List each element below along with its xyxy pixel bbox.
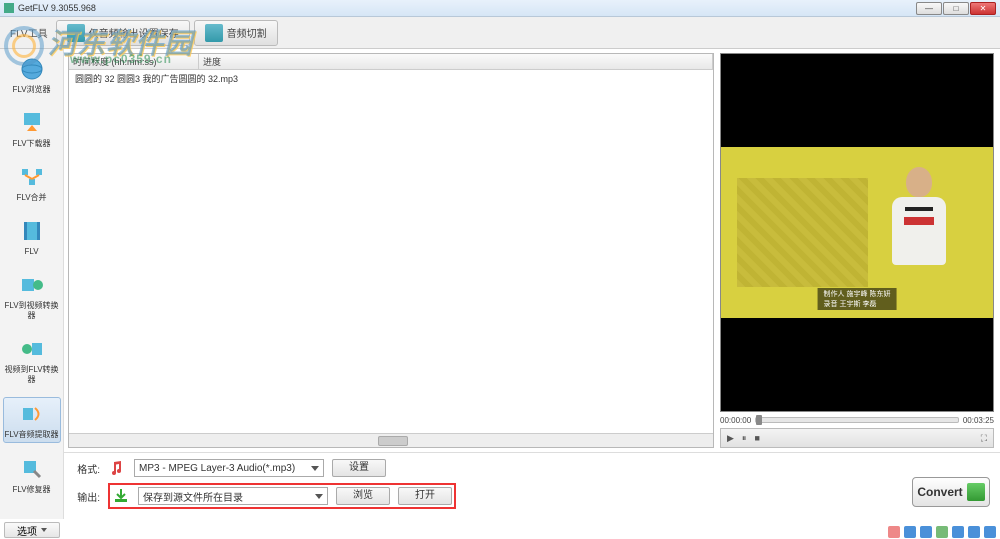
toolbar: FLV工具 仅音频输出设置保存 音频切割: [0, 17, 1000, 49]
play-button[interactable]: ▶: [727, 433, 734, 444]
audio-icon: [18, 400, 46, 428]
scissors-icon: [205, 24, 223, 42]
globe-icon: [18, 55, 46, 83]
output-select[interactable]: 保存到源文件所在目录: [138, 487, 328, 505]
wrench-icon: [18, 455, 46, 483]
sidebar-item-downloader[interactable]: FLV下载器: [3, 107, 61, 151]
sidebar-item-browser[interactable]: FLV浏览器: [3, 53, 61, 97]
time-total: 00:03:25: [963, 416, 994, 425]
time-current: 00:00:00: [720, 416, 751, 425]
fullscreen-button[interactable]: ⛶: [981, 433, 987, 444]
output-label: 输出:: [72, 489, 100, 504]
sidebar-item-repair[interactable]: FLV修复器: [3, 453, 61, 497]
chevron-down-icon: [41, 528, 47, 532]
download-icon: [18, 109, 46, 137]
tab-audio-output[interactable]: 仅音频输出设置保存: [56, 20, 190, 46]
maximize-button[interactable]: □: [943, 2, 969, 15]
file-list[interactable]: 时间标度 (hh:mm:ss) 进度 圆圆的 32 圆圆3 我的广告圆圆的 32…: [68, 53, 714, 448]
sidebar-item-audio-extract[interactable]: FLV音频提取器: [3, 397, 61, 443]
video-caption: 制作人 施宇峰 陈东妍录音 王宇斯 李磊: [818, 288, 897, 310]
convert-icon: [18, 271, 46, 299]
tray-icon[interactable]: [936, 526, 948, 538]
stop-button[interactable]: ■: [754, 433, 759, 443]
sidebar-item-flv[interactable]: FLV: [3, 215, 61, 259]
browse-button[interactable]: 浏览: [336, 487, 390, 505]
video-preview[interactable]: 制作人 施宇峰 陈东妍录音 王宇斯 李磊: [720, 53, 994, 412]
convert-icon: [967, 483, 985, 501]
titlebar: GetFLV 9.3055.968 — □ ✕: [0, 0, 1000, 17]
tray-icon[interactable]: [888, 526, 900, 538]
horizontal-scrollbar[interactable]: [69, 433, 713, 447]
chevron-down-icon: [315, 494, 323, 499]
app-icon: [4, 3, 14, 13]
film-strip-icon: [18, 217, 46, 245]
music-note-icon: [108, 459, 126, 477]
tray-icon[interactable]: [984, 526, 996, 538]
options-dropdown[interactable]: 选项: [4, 522, 60, 538]
player-controls: ▶ ⏸ ■ ⛶: [720, 428, 994, 448]
format-select[interactable]: MP3 - MPEG Layer-3 Audio(*.mp3): [134, 459, 324, 477]
tray-icon[interactable]: [904, 526, 916, 538]
save-arrow-icon: [112, 487, 130, 505]
chevron-down-icon: [311, 466, 319, 471]
list-item[interactable]: 圆圆的 32 圆圆3 我的广告圆圆的 32.mp3: [69, 70, 713, 87]
sidebar: FLV浏览器 FLV下载器 FLV合并 FLV FLV到视频转换器 视频到FLV…: [0, 49, 64, 519]
tray-icon[interactable]: [920, 526, 932, 538]
close-button[interactable]: ✕: [970, 2, 996, 15]
output-settings: 格式: MP3 - MPEG Layer-3 Audio(*.mp3) 设置 输…: [64, 452, 1000, 519]
col-progress[interactable]: 进度: [199, 54, 713, 69]
tray-icon[interactable]: [952, 526, 964, 538]
window-title: GetFLV 9.3055.968: [18, 3, 96, 13]
preview-panel: 制作人 施宇峰 陈东妍录音 王宇斯 李磊 00:00:00 00:03:25 ▶…: [720, 49, 1000, 452]
format-label: 格式:: [72, 461, 100, 476]
tray-icon[interactable]: [968, 526, 980, 538]
merge-icon: [18, 163, 46, 191]
seek-bar[interactable]: 00:00:00 00:03:25: [720, 412, 994, 428]
sidebar-item-flv-to-video[interactable]: FLV到视频转换器: [3, 269, 61, 323]
watermark-url: www.pc0359.cn: [70, 52, 172, 66]
pause-button[interactable]: ⏸: [742, 433, 747, 444]
film-icon: [67, 24, 85, 42]
sidebar-item-merge[interactable]: FLV合并: [3, 161, 61, 205]
convert-button[interactable]: Convert: [912, 477, 990, 507]
toolbar-section-label: FLV工具: [4, 25, 54, 40]
settings-button[interactable]: 设置: [332, 459, 386, 477]
tray-icons: [888, 526, 996, 538]
sidebar-item-video-to-flv[interactable]: 视频到FLV转换器: [3, 333, 61, 387]
tab-audio-cut[interactable]: 音频切割: [194, 20, 278, 46]
convert-back-icon: [18, 335, 46, 363]
output-highlight: 保存到源文件所在目录 浏览 打开: [108, 483, 456, 509]
open-button[interactable]: 打开: [398, 487, 452, 505]
minimize-button[interactable]: —: [916, 2, 942, 15]
